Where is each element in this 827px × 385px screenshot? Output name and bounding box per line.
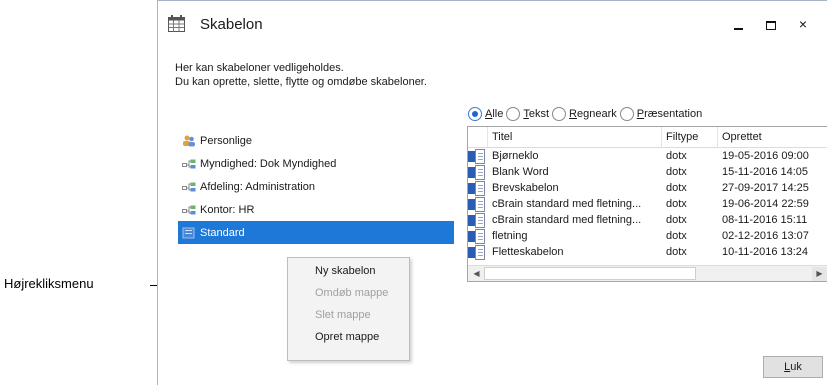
cell-created: 08-11-2016 15:11 (722, 214, 808, 226)
radio-label: Regneark (569, 108, 617, 120)
word-template-icon (468, 228, 486, 244)
context-menu: Ny skabelon Omdøb mappe Slet mappe Opret… (287, 257, 410, 361)
cell-created: 19-05-2016 09:00 (722, 150, 809, 162)
radio-button[interactable] (506, 107, 521, 121)
tree-item-personal[interactable]: Personlige (178, 129, 454, 152)
cell-title: Blank Word (492, 166, 549, 178)
close-button[interactable]: Luk (763, 356, 823, 378)
org-unit-icon (182, 159, 196, 168)
maximize-icon (766, 20, 776, 30)
cell-type: dotx (666, 214, 687, 226)
standard-folder-icon (182, 227, 195, 238)
annotation-label: Højrekliksmenu (4, 276, 94, 291)
menu-item-delete-folder: Slet mappe (315, 309, 371, 321)
header-icon-column (468, 127, 488, 147)
tree-item-label: Afdeling: Administration (200, 180, 315, 193)
scroll-left-icon[interactable]: ◀ (469, 267, 484, 281)
cell-title: fletning (492, 230, 528, 242)
org-unit-icon (182, 205, 196, 214)
table-header: Titel Filtype Oprettet (468, 127, 827, 148)
window-title: Skabelon (200, 16, 263, 33)
horizontal-scrollbar[interactable]: ◀ ▶ (468, 265, 827, 281)
column-header-title[interactable]: Titel (488, 127, 662, 147)
table-row[interactable]: Brevskabelon dotx 27-09-2017 14:25 (468, 180, 827, 196)
tree-item-label: Personlige (200, 134, 252, 147)
radio-label: Alle (485, 108, 504, 120)
minimize-button[interactable] (726, 13, 750, 35)
word-template-icon (468, 180, 486, 196)
template-table: Titel Filtype Oprettet Bjørneklo dotx 19… (467, 126, 827, 282)
filter-all-radio[interactable]: Alle (468, 107, 503, 121)
cell-type: dotx (666, 166, 687, 178)
radio-button[interactable] (619, 107, 634, 121)
table-row[interactable]: Bjørneklo dotx 19-05-2016 09:00 (468, 148, 827, 164)
folder-tree: Personlige Myndighed: Dok Myndighed Afde… (178, 129, 454, 244)
word-template-icon (468, 212, 486, 228)
close-icon: × (798, 16, 808, 32)
cell-title: cBrain standard med fletning... (492, 214, 642, 226)
menu-item-rename-folder: Omdøb mappe (315, 287, 389, 299)
menu-item-new-template[interactable]: Ny skabelon (288, 260, 409, 282)
cell-title: Fletteskabelon (492, 246, 564, 258)
personal-folder-icon (183, 135, 195, 146)
calendar-grid-icon (168, 15, 185, 32)
cell-type: dotx (666, 198, 687, 210)
filter-spreadsheet-radio[interactable]: Regneark (552, 107, 617, 121)
word-template-icon (468, 196, 486, 212)
template-dialog: Skabelon × Her kan skabeloner vedligehol… (157, 0, 827, 385)
radio-button[interactable] (468, 107, 482, 121)
cell-title: Bjørneklo (492, 150, 539, 162)
cell-title: cBrain standard med fletning... (492, 198, 642, 210)
filter-text-radio[interactable]: Tekst (506, 107, 549, 121)
filter-radio-group: Alle Tekst Regneark Præsentation (468, 107, 705, 121)
radio-label: Tekst (523, 108, 550, 120)
column-header-created[interactable]: Oprettet (718, 127, 827, 147)
cell-type: dotx (666, 150, 687, 162)
cell-type: dotx (666, 230, 687, 242)
close-window-button[interactable]: × (791, 13, 815, 35)
word-template-icon (468, 244, 486, 260)
cell-type: dotx (666, 182, 687, 194)
minimize-icon (733, 28, 743, 31)
cell-created: 02-12-2016 13:07 (722, 230, 809, 242)
table-row[interactable]: fletning dotx 02-12-2016 13:07 (468, 228, 827, 244)
word-template-icon (468, 164, 486, 180)
maximize-button[interactable] (759, 13, 783, 35)
scroll-thumb[interactable] (484, 267, 696, 280)
tree-item-department[interactable]: Afdeling: Administration (178, 175, 454, 198)
tree-item-standard[interactable]: Standard (178, 221, 454, 244)
title-bar: Skabelon × (158, 1, 827, 45)
description-line: Du kan oprette, slette, flytte og omdøbe… (175, 76, 427, 88)
word-template-icon (468, 148, 486, 164)
tree-item-authority[interactable]: Myndighed: Dok Myndighed (178, 152, 454, 175)
table-row[interactable]: Blank Word dotx 15-11-2016 14:05 (468, 164, 827, 180)
scroll-right-icon[interactable]: ▶ (812, 267, 827, 281)
close-button-label: uk (790, 361, 802, 373)
filter-presentation-radio[interactable]: Præsentation (619, 107, 703, 121)
cell-title: Brevskabelon (492, 182, 559, 194)
description-line: Her kan skabeloner vedligeholdes. (175, 62, 344, 74)
column-header-type[interactable]: Filtype (662, 127, 718, 147)
radio-button[interactable] (552, 107, 567, 121)
tree-item-label: Standard (200, 226, 245, 239)
tree-item-office[interactable]: Kontor: HR (178, 198, 454, 221)
description: Her kan skabeloner vedligeholdes. Du kan… (175, 61, 427, 89)
tree-item-label: Kontor: HR (200, 203, 255, 216)
cell-created: 15-11-2016 14:05 (722, 166, 809, 178)
cell-created: 19-06-2014 22:59 (722, 198, 809, 210)
cell-type: dotx (666, 246, 687, 258)
table-row[interactable]: Fletteskabelon dotx 10-11-2016 13:24 (468, 244, 827, 260)
table-row[interactable]: cBrain standard med fletning... dotx 19-… (468, 196, 827, 212)
tree-item-label: Myndighed: Dok Myndighed (200, 157, 337, 170)
table-row[interactable]: cBrain standard med fletning... dotx 08-… (468, 212, 827, 228)
org-unit-icon (182, 182, 196, 191)
cell-created: 10-11-2016 13:24 (722, 246, 809, 258)
radio-label: Præsentation (636, 108, 703, 120)
menu-item-create-folder[interactable]: Opret mappe (288, 326, 409, 348)
cell-created: 27-09-2017 14:25 (722, 182, 809, 194)
